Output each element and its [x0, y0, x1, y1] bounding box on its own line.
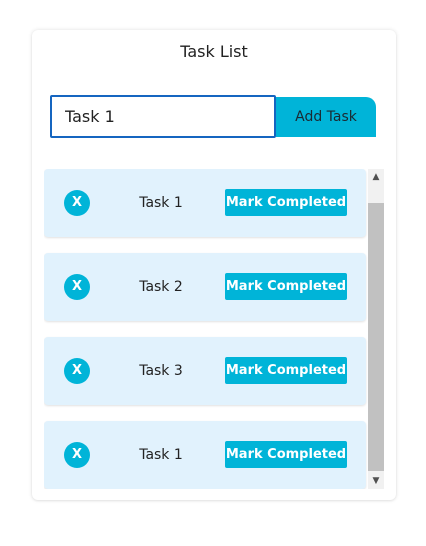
mark-completed-button[interactable]: Mark Completed — [225, 189, 347, 216]
page-title: Task List — [180, 42, 248, 61]
mark-completed-button[interactable]: Mark Completed — [225, 357, 347, 384]
chevron-up-icon[interactable]: ▲ — [368, 169, 384, 185]
task-list: X Task 1 Mark Completed X Task 2 Mark Co… — [44, 169, 384, 489]
task-item: X Task 3 Mark Completed — [44, 337, 366, 405]
task-name: Task 2 — [139, 279, 183, 295]
add-task-button[interactable]: Add Task — [276, 97, 376, 137]
delete-task-button[interactable]: X — [64, 358, 90, 384]
delete-task-button[interactable]: X — [64, 442, 90, 468]
task-name: Task 1 — [139, 195, 183, 211]
task-list-card: Task List Add Task X Task 1 Mark Complet… — [32, 30, 396, 500]
chevron-down-icon[interactable]: ▼ — [368, 473, 384, 489]
scrollbar-thumb[interactable] — [368, 203, 384, 471]
task-item: X Task 2 Mark Completed — [44, 253, 366, 321]
delete-task-button[interactable]: X — [64, 190, 90, 216]
task-item: X Task 1 Mark Completed — [44, 421, 366, 489]
mark-completed-button[interactable]: Mark Completed — [225, 273, 347, 300]
task-name: Task 1 — [139, 447, 183, 463]
task-input[interactable] — [50, 95, 276, 138]
task-name: Task 3 — [139, 363, 183, 379]
mark-completed-button[interactable]: Mark Completed — [225, 441, 347, 468]
task-list-scrollbar[interactable]: ▲ ▼ — [368, 169, 384, 489]
task-item: X Task 1 Mark Completed — [44, 169, 366, 237]
delete-task-button[interactable]: X — [64, 274, 90, 300]
